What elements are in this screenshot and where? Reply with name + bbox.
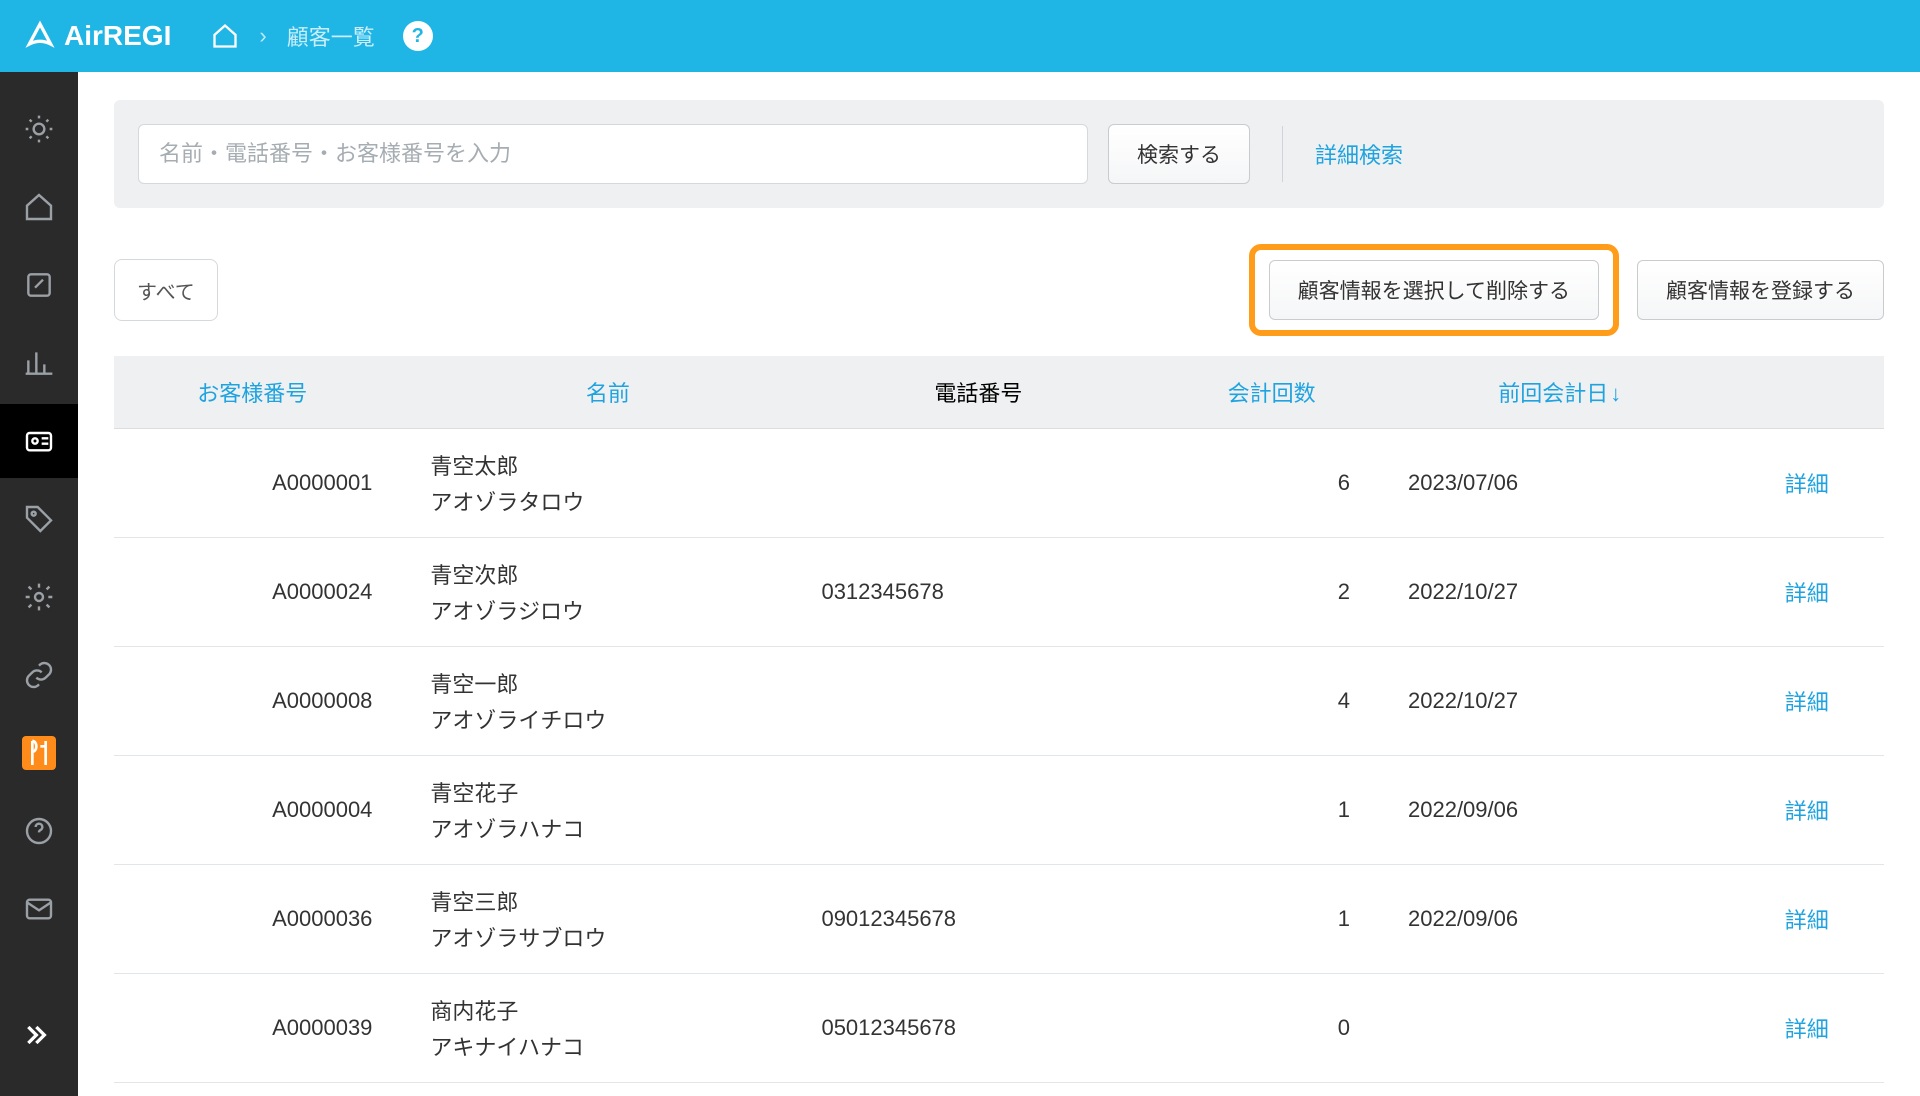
app-name: AirREGI [64, 20, 171, 52]
detail-link[interactable]: 詳細 [1785, 472, 1829, 497]
home-icon[interactable] [211, 22, 239, 50]
detail-link[interactable]: 詳細 [1785, 799, 1829, 824]
sidebar-item-mail[interactable] [0, 872, 78, 946]
app-logo: AirREGI [24, 20, 171, 52]
delete-selected-button[interactable]: 顧客情報を選択して削除する [1269, 260, 1599, 320]
sidebar-item-home[interactable] [0, 170, 78, 244]
cell-customer-no: A0000039 [114, 974, 412, 1083]
cell-last-date [1390, 974, 1730, 1083]
table-row: A0000024青空次郎アオゾラジロウ031234567822022/10/27… [114, 538, 1884, 647]
cell-name: 商内花子アキナイハナコ [412, 974, 803, 1083]
cell-phone: 09012345678 [803, 865, 1153, 974]
cell-last-date: 2022/10/27 [1390, 538, 1730, 647]
th-name[interactable]: 名前 [412, 356, 803, 429]
cell-count: 2 [1153, 538, 1390, 647]
sidebar-item-edit[interactable] [0, 248, 78, 322]
search-button[interactable]: 検索する [1108, 124, 1250, 184]
filter-all-button[interactable]: すべて [114, 259, 218, 321]
cell-customer-no: A0000024 [114, 538, 412, 647]
th-detail [1730, 356, 1884, 429]
sidebar-expand[interactable] [0, 998, 78, 1072]
breadcrumb-current: 顧客一覧 [287, 20, 375, 52]
detail-link[interactable]: 詳細 [1785, 581, 1829, 606]
help-icon[interactable]: ? [403, 21, 433, 51]
sidebar [0, 72, 78, 1096]
table-row: A0000008青空一郎アオゾライチロウ 42022/10/27 詳細 [114, 647, 1884, 756]
cell-detail: 詳細 [1730, 756, 1884, 865]
advanced-search-link[interactable]: 詳細検索 [1315, 138, 1403, 170]
table-row: A0000001青空太郎アオゾラタロウ 62023/07/06 詳細 [114, 429, 1884, 538]
detail-link[interactable]: 詳細 [1785, 1017, 1829, 1042]
cell-count: 1 [1153, 756, 1390, 865]
th-customer-no[interactable]: お客様番号 [114, 356, 412, 429]
toolbar: すべて 顧客情報を選択して削除する 顧客情報を登録する [114, 244, 1884, 336]
detail-link[interactable]: 詳細 [1785, 690, 1829, 715]
cell-last-date: 2022/10/27 [1390, 647, 1730, 756]
cell-name: 青空太郎アオゾラタロウ [412, 429, 803, 538]
cell-phone [803, 647, 1153, 756]
app-header: AirREGI › 顧客一覧 ? [0, 0, 1920, 72]
highlight-box: 顧客情報を選択して削除する [1249, 244, 1619, 336]
cell-customer-no: A0000004 [114, 756, 412, 865]
logo-icon [24, 20, 56, 52]
th-count[interactable]: 会計回数 [1153, 356, 1390, 429]
sidebar-item-customers[interactable] [0, 404, 78, 478]
cell-detail: 詳細 [1730, 647, 1884, 756]
cell-name: 青空一郎アオゾライチロウ [412, 647, 803, 756]
register-customer-button[interactable]: 顧客情報を登録する [1637, 260, 1884, 320]
cell-detail: 詳細 [1730, 429, 1884, 538]
cell-count: 1 [1153, 865, 1390, 974]
cell-phone: 0312345678 [803, 538, 1153, 647]
cell-count: 4 [1153, 647, 1390, 756]
customers-table: お客様番号 名前 電話番号 会計回数 前回会計日↓ A0000001青空太郎アオ… [114, 356, 1884, 1083]
th-last-date[interactable]: 前回会計日↓ [1390, 356, 1730, 429]
th-phone: 電話番号 [803, 356, 1153, 429]
search-bar: 検索する 詳細検索 [114, 100, 1884, 208]
cell-customer-no: A0000001 [114, 429, 412, 538]
cell-phone [803, 429, 1153, 538]
divider [1282, 126, 1283, 182]
sidebar-item-weather[interactable] [0, 92, 78, 166]
search-input[interactable] [138, 124, 1088, 184]
cell-count: 6 [1153, 429, 1390, 538]
cell-customer-no: A0000008 [114, 647, 412, 756]
cell-name: 青空次郎アオゾラジロウ [412, 538, 803, 647]
sort-desc-icon: ↓ [1610, 381, 1621, 407]
detail-link[interactable]: 詳細 [1785, 908, 1829, 933]
table-row: A0000004青空花子アオゾラハナコ 12022/09/06 詳細 [114, 756, 1884, 865]
sidebar-item-chart[interactable] [0, 326, 78, 400]
sidebar-item-help[interactable] [0, 794, 78, 868]
sidebar-item-settings[interactable] [0, 560, 78, 634]
cell-last-date: 2022/09/06 [1390, 865, 1730, 974]
cell-detail: 詳細 [1730, 865, 1884, 974]
main-content: 検索する 詳細検索 すべて 顧客情報を選択して削除する 顧客情報を登録する お客… [78, 72, 1920, 1096]
cell-detail: 詳細 [1730, 974, 1884, 1083]
table-row: A0000036青空三郎アオゾラサブロウ0901234567812022/09/… [114, 865, 1884, 974]
cell-last-date: 2022/09/06 [1390, 756, 1730, 865]
sidebar-item-restaurant[interactable] [0, 716, 78, 790]
table-row: A0000039商内花子アキナイハナコ050123456780 詳細 [114, 974, 1884, 1083]
cell-customer-no: A0000036 [114, 865, 412, 974]
breadcrumb: › 顧客一覧 ? [211, 20, 432, 52]
sidebar-item-tag[interactable] [0, 482, 78, 556]
cell-name: 青空花子アオゾラハナコ [412, 756, 803, 865]
chevron-right-icon: › [259, 23, 266, 49]
cell-name: 青空三郎アオゾラサブロウ [412, 865, 803, 974]
sidebar-item-link[interactable] [0, 638, 78, 712]
cell-phone [803, 756, 1153, 865]
cell-count: 0 [1153, 974, 1390, 1083]
cell-phone: 05012345678 [803, 974, 1153, 1083]
cell-detail: 詳細 [1730, 538, 1884, 647]
cell-last-date: 2023/07/06 [1390, 429, 1730, 538]
